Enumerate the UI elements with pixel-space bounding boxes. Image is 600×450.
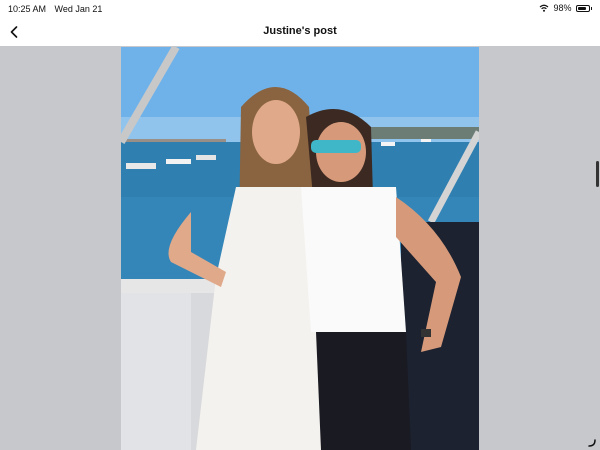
status-right: 98% xyxy=(539,3,592,13)
post-content xyxy=(0,46,600,450)
scrollbar[interactable] xyxy=(596,161,599,187)
harbor-right xyxy=(371,127,479,139)
status-time: 10:25 AM xyxy=(8,4,47,14)
post-photo[interactable] xyxy=(121,47,479,450)
status-bar: 10:25 AM Wed Jan 21 98% xyxy=(0,0,600,18)
battery-percent: 98% xyxy=(553,3,572,13)
battery-tip xyxy=(590,6,592,10)
photo-illustration xyxy=(121,47,479,450)
boat xyxy=(381,142,395,146)
black-pants xyxy=(316,332,411,450)
battery-icon xyxy=(575,4,590,12)
watch xyxy=(421,329,431,337)
boat xyxy=(126,163,156,169)
white-tank xyxy=(301,187,406,332)
resize-handle-icon[interactable] xyxy=(587,437,597,447)
wifi-icon xyxy=(540,4,549,12)
page-title: Justine's post xyxy=(263,25,337,37)
deck-panel xyxy=(121,293,191,450)
boat xyxy=(421,139,431,142)
status-left: 10:25 AM Wed Jan 21 xyxy=(8,4,108,14)
status-date: Wed Jan 21 xyxy=(54,4,103,14)
boat xyxy=(196,155,216,160)
face-left xyxy=(252,100,300,164)
nav-bar: Justine's post xyxy=(0,18,600,46)
boat xyxy=(166,159,191,164)
sunglasses xyxy=(311,140,361,153)
